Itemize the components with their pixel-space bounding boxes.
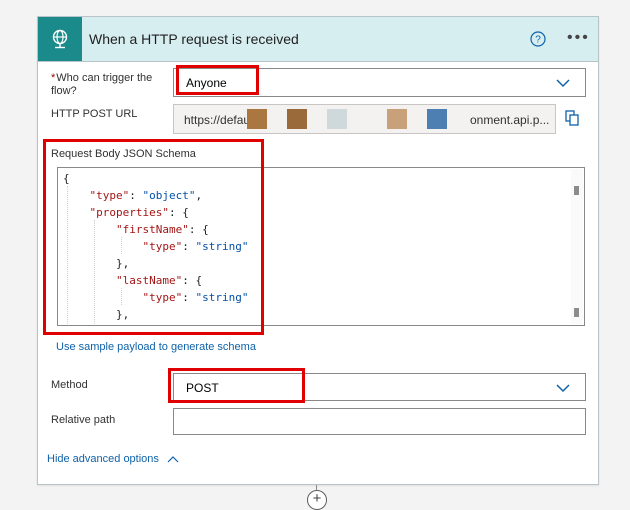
globe-icon [38, 17, 82, 61]
code-token: : { [162, 325, 182, 326]
schema-editor[interactable]: { "type": "object", "properties": { "fir… [57, 167, 585, 326]
code-token: : { [182, 274, 203, 287]
code-token: { [63, 172, 70, 185]
method-value: POST [186, 381, 219, 395]
code-token: , [195, 189, 203, 202]
code-token: "email" [116, 325, 162, 326]
url-text-start: https://defau [184, 113, 251, 127]
code-token: "object" [142, 189, 196, 202]
redacted-block [387, 109, 407, 129]
editor-scrollbar[interactable] [571, 169, 583, 324]
method-dropdown[interactable]: POST [173, 373, 586, 401]
who-can-trigger-label: *Who can trigger the flow? [51, 72, 153, 97]
copy-icon[interactable] [565, 110, 579, 126]
code-token: "lastName" [115, 274, 183, 287]
code-token: : [129, 189, 143, 202]
redacted-block [427, 109, 447, 129]
code-token: : [182, 291, 196, 304]
more-options-icon[interactable]: ••• [567, 30, 590, 46]
chevron-down-icon [556, 79, 570, 88]
relative-path-label: Relative path [51, 414, 116, 426]
code-token: "string" [195, 240, 249, 253]
relative-path-input[interactable] [173, 408, 586, 435]
code-token: : { [188, 223, 209, 236]
trigger-card: When a HTTP request is received ? ••• *W… [37, 16, 599, 485]
code-token: : { [168, 206, 189, 219]
method-label: Method [51, 379, 88, 391]
redacted-block [247, 109, 267, 129]
code-token: "string" [195, 291, 249, 304]
code-token: "type" [142, 240, 183, 253]
generate-schema-link[interactable]: Use sample payload to generate schema [56, 341, 256, 353]
hide-advanced-options-toggle[interactable]: Hide advanced options [47, 453, 179, 465]
code-token: "type" [142, 291, 183, 304]
code-token: "properties" [89, 206, 169, 219]
schema-code: { "type": "object", "properties": { "fir… [63, 170, 249, 326]
code-token: }, [63, 308, 130, 321]
trigger-header[interactable]: When a HTTP request is received ? ••• [38, 17, 598, 62]
chevron-down-icon [556, 384, 570, 393]
required-marker: * [51, 72, 56, 84]
code-token: "type" [89, 189, 130, 202]
schema-label: Request Body JSON Schema [51, 148, 196, 160]
code-token: : [182, 240, 196, 253]
who-can-trigger-value: Anyone [186, 76, 227, 90]
who-can-trigger-dropdown[interactable]: Anyone [173, 68, 586, 97]
url-text-end: onment.api.p... [470, 113, 550, 127]
http-post-url-field[interactable]: https://defau onment.api.p... [173, 104, 556, 134]
trigger-title: When a HTTP request is received [89, 31, 299, 47]
code-token: }, [63, 257, 130, 270]
redacted-block [327, 109, 347, 129]
help-icon[interactable]: ? [530, 31, 546, 47]
chevron-up-icon [167, 456, 179, 463]
redacted-block [287, 109, 307, 129]
code-token: "firstName" [115, 223, 189, 236]
add-step-button[interactable]: + [307, 490, 327, 510]
svg-text:?: ? [535, 35, 541, 46]
http-post-url-label: HTTP POST URL [51, 108, 138, 120]
